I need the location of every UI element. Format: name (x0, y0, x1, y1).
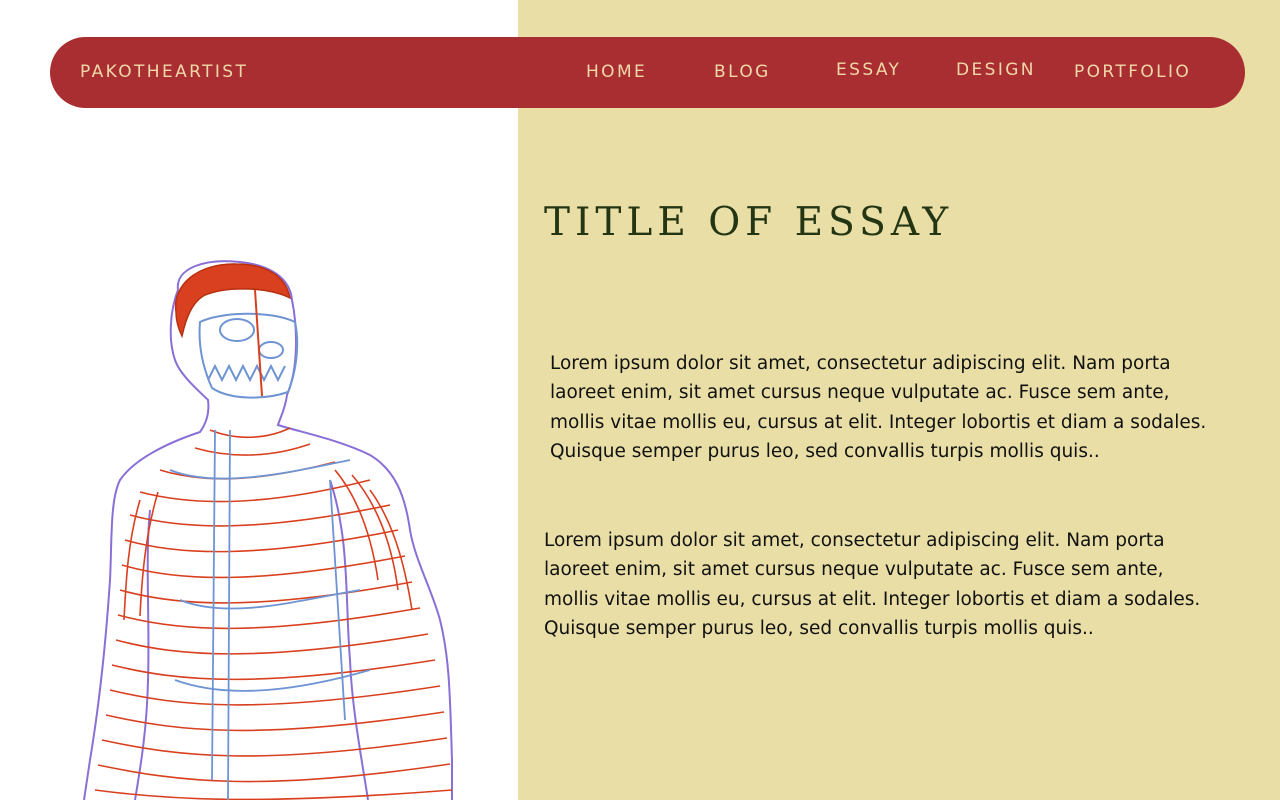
sketch-blue-structure (169, 429, 371, 800)
essay-paragraph-1: Lorem ipsum dolor sit amet, consectetur … (550, 353, 1207, 462)
sketch-skull (198, 289, 299, 399)
nav-blog-link[interactable]: BLOG (714, 37, 771, 108)
nav-design-link[interactable]: DESIGN (956, 35, 1036, 106)
site-brand-link[interactable]: PAKOTHEARTIST (80, 37, 248, 108)
sketch-hair (174, 263, 292, 339)
essay-title: TITLE OF ESSAY (544, 200, 954, 245)
anatomy-sketch-illustration (83, 260, 453, 800)
top-navigation-bar: PAKOTHEARTIST HOME BLOG ESSAY DESIGN POR… (50, 37, 1245, 108)
essay-paragraph-2: Lorem ipsum dolor sit amet, consectetur … (544, 530, 1201, 639)
nav-portfolio-link[interactable]: PORTFOLIO (1074, 37, 1191, 108)
nav-essay-link[interactable]: ESSAY (836, 35, 901, 106)
nav-home-link[interactable]: HOME (586, 37, 647, 108)
